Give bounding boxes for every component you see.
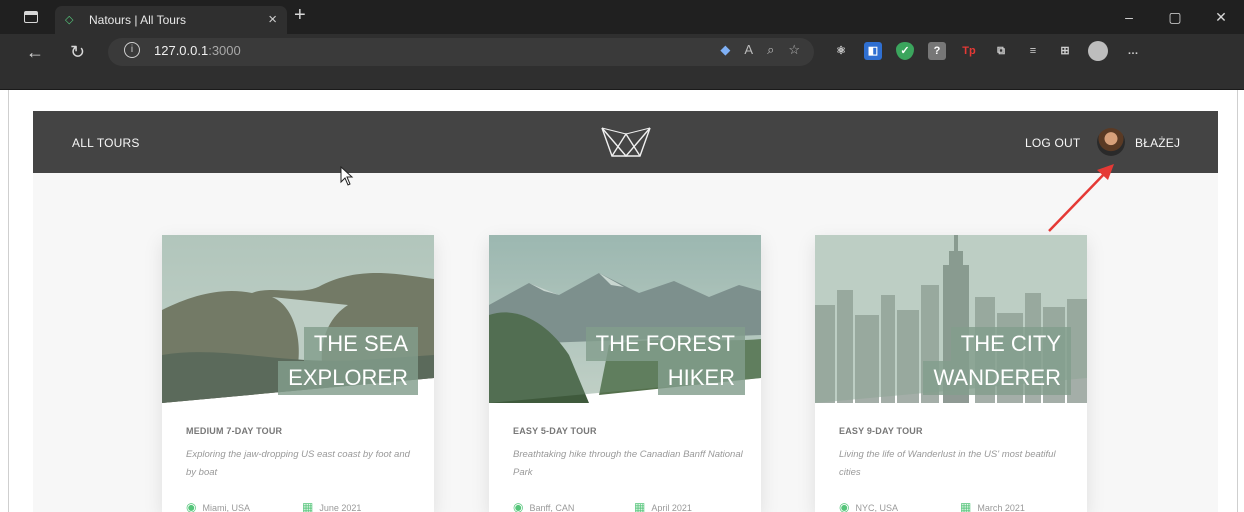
location-pin-icon: ◉ — [839, 500, 850, 512]
location-pin-icon: ◉ — [186, 500, 197, 512]
calendar-icon: ▦ — [960, 500, 972, 512]
browser-tab[interactable]: ◇ Natours | All Tours × — [55, 6, 287, 34]
mouse-cursor-icon — [340, 166, 354, 186]
tab-actions-icon[interactable] — [24, 11, 38, 23]
tag-icon[interactable]: ◆ — [720, 42, 730, 58]
zoom-icon[interactable]: ⌕ — [767, 42, 774, 58]
help-extension-icon[interactable]: ? — [928, 42, 946, 60]
location-pin-icon: ◉ — [513, 500, 524, 512]
calendar-icon: ▦ — [634, 500, 646, 512]
new-tab-icon[interactable]: + — [294, 4, 306, 27]
tour-title: THE FOREST HIKER — [585, 327, 745, 395]
divider — [1237, 90, 1238, 512]
favorites-list-icon[interactable]: ≡ — [1024, 42, 1042, 60]
tour-date: ▦ June 2021 — [302, 500, 362, 512]
browser-toolbar: ← ↻ i 127.0.0.1:3000 ◆ A ⌕ ☆ ⚛ ◧ ✓ ? Tp … — [0, 34, 1244, 90]
tour-card[interactable]: THE SEA EXPLORER MEDIUM 7-DAY TOUR Explo… — [162, 235, 434, 512]
tour-card[interactable]: THE FOREST HIKER EASY 5-DAY TOUR Breatht… — [489, 235, 761, 512]
tour-location: ◉ NYC, USA — [839, 500, 898, 512]
tour-summary: Breathtaking hike through the Canadian B… — [513, 449, 743, 478]
divider — [8, 90, 9, 512]
tour-date: ▦ April 2021 — [634, 500, 692, 512]
read-aloud-icon[interactable]: A — [744, 42, 753, 58]
user-name[interactable]: BŁAŻEJ — [1135, 136, 1180, 150]
tour-title: THE SEA EXPLORER — [278, 327, 418, 395]
minimize-icon[interactable]: – — [1106, 0, 1152, 34]
close-window-icon[interactable]: ✕ — [1198, 0, 1244, 34]
tour-location: ◉ Banff, CAN — [513, 500, 575, 512]
extensions-bar: ⚛ ◧ ✓ ? Tp ⧉ ≡ ⊞ … — [832, 41, 1144, 61]
profile-avatar[interactable] — [1088, 41, 1108, 61]
user-avatar[interactable] — [1097, 128, 1125, 156]
natours-logo-icon[interactable] — [600, 124, 652, 165]
tour-difficulty: MEDIUM 7-DAY TOUR — [186, 426, 283, 436]
refresh-icon[interactable]: ↻ — [70, 34, 85, 70]
tour-title: THE CITY WANDERER — [923, 327, 1071, 395]
tp-extension-icon[interactable]: Tp — [960, 42, 978, 60]
shield-icon[interactable]: ✓ — [896, 42, 914, 60]
tour-difficulty: EASY 9-DAY TOUR — [839, 426, 923, 436]
address-bar[interactable]: i 127.0.0.1:3000 ◆ A ⌕ ☆ — [108, 38, 814, 66]
tour-summary: Living the life of Wanderlust in the US'… — [839, 449, 1056, 478]
react-devtools-icon[interactable]: ⚛ — [832, 42, 850, 60]
close-tab-icon[interactable]: × — [268, 11, 277, 28]
calendar-icon: ▦ — [302, 500, 314, 512]
favorite-icon[interactable]: ☆ — [788, 42, 800, 58]
browser-tab-bar: ◇ Natours | All Tours × + – ▢ ✕ — [0, 0, 1244, 34]
url-text: 127.0.0.1:3000 — [154, 43, 241, 58]
tour-location: ◉ Miami, USA — [186, 500, 250, 512]
collections-icon[interactable]: ⊞ — [1056, 42, 1074, 60]
tour-summary: Exploring the jaw-dropping US east coast… — [186, 449, 410, 478]
natours-favicon-icon: ◇ — [65, 14, 74, 26]
site-info-icon[interactable]: i — [124, 42, 140, 58]
site-header: ALL TOURS LOG OUT BŁAŻEJ — [33, 111, 1218, 173]
tour-card[interactable]: THE CITY WANDERER EASY 9-DAY TOUR Living… — [815, 235, 1087, 512]
logout-link[interactable]: LOG OUT — [1025, 136, 1080, 150]
tour-difficulty: EASY 5-DAY TOUR — [513, 426, 597, 436]
extensions-icon[interactable]: ⧉ — [992, 42, 1010, 60]
more-options-icon[interactable]: … — [1122, 42, 1144, 60]
maximize-icon[interactable]: ▢ — [1152, 0, 1198, 34]
tour-date: ▦ March 2021 — [960, 500, 1025, 512]
back-icon[interactable]: ← — [26, 34, 44, 70]
all-tours-link[interactable]: ALL TOURS — [72, 136, 140, 150]
extension-icon[interactable]: ◧ — [864, 42, 882, 60]
window-controls: – ▢ ✕ — [1106, 0, 1244, 34]
tab-title: Natours | All Tours — [89, 13, 186, 27]
